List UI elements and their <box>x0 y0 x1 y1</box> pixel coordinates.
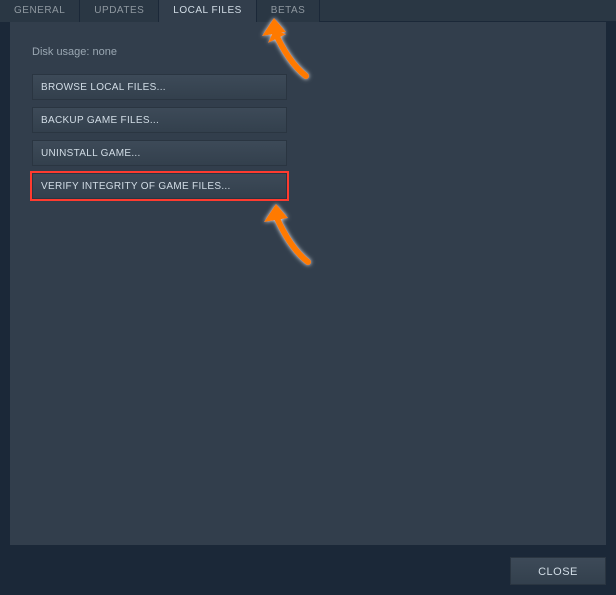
close-button[interactable]: CLOSE <box>510 557 606 585</box>
tab-general[interactable]: GENERAL <box>0 0 80 22</box>
verify-integrity-button[interactable]: VERIFY INTEGRITY OF GAME FILES... <box>32 173 287 199</box>
uninstall-game-button[interactable]: UNINSTALL GAME... <box>32 140 287 166</box>
browse-local-files-button[interactable]: BROWSE LOCAL FILES... <box>32 74 287 100</box>
disk-usage-label: Disk usage: none <box>32 46 584 58</box>
footer: CLOSE <box>510 557 606 585</box>
tab-updates[interactable]: UPDATES <box>80 0 159 22</box>
tab-local-files[interactable]: LOCAL FILES <box>159 0 257 22</box>
tab-betas[interactable]: BETAS <box>257 0 321 22</box>
backup-game-files-button[interactable]: BACKUP GAME FILES... <box>32 107 287 133</box>
tab-bar-fill <box>320 0 616 22</box>
content-panel: Disk usage: none BROWSE LOCAL FILES... B… <box>10 22 606 545</box>
tab-bar: GENERAL UPDATES LOCAL FILES BETAS <box>0 0 616 22</box>
